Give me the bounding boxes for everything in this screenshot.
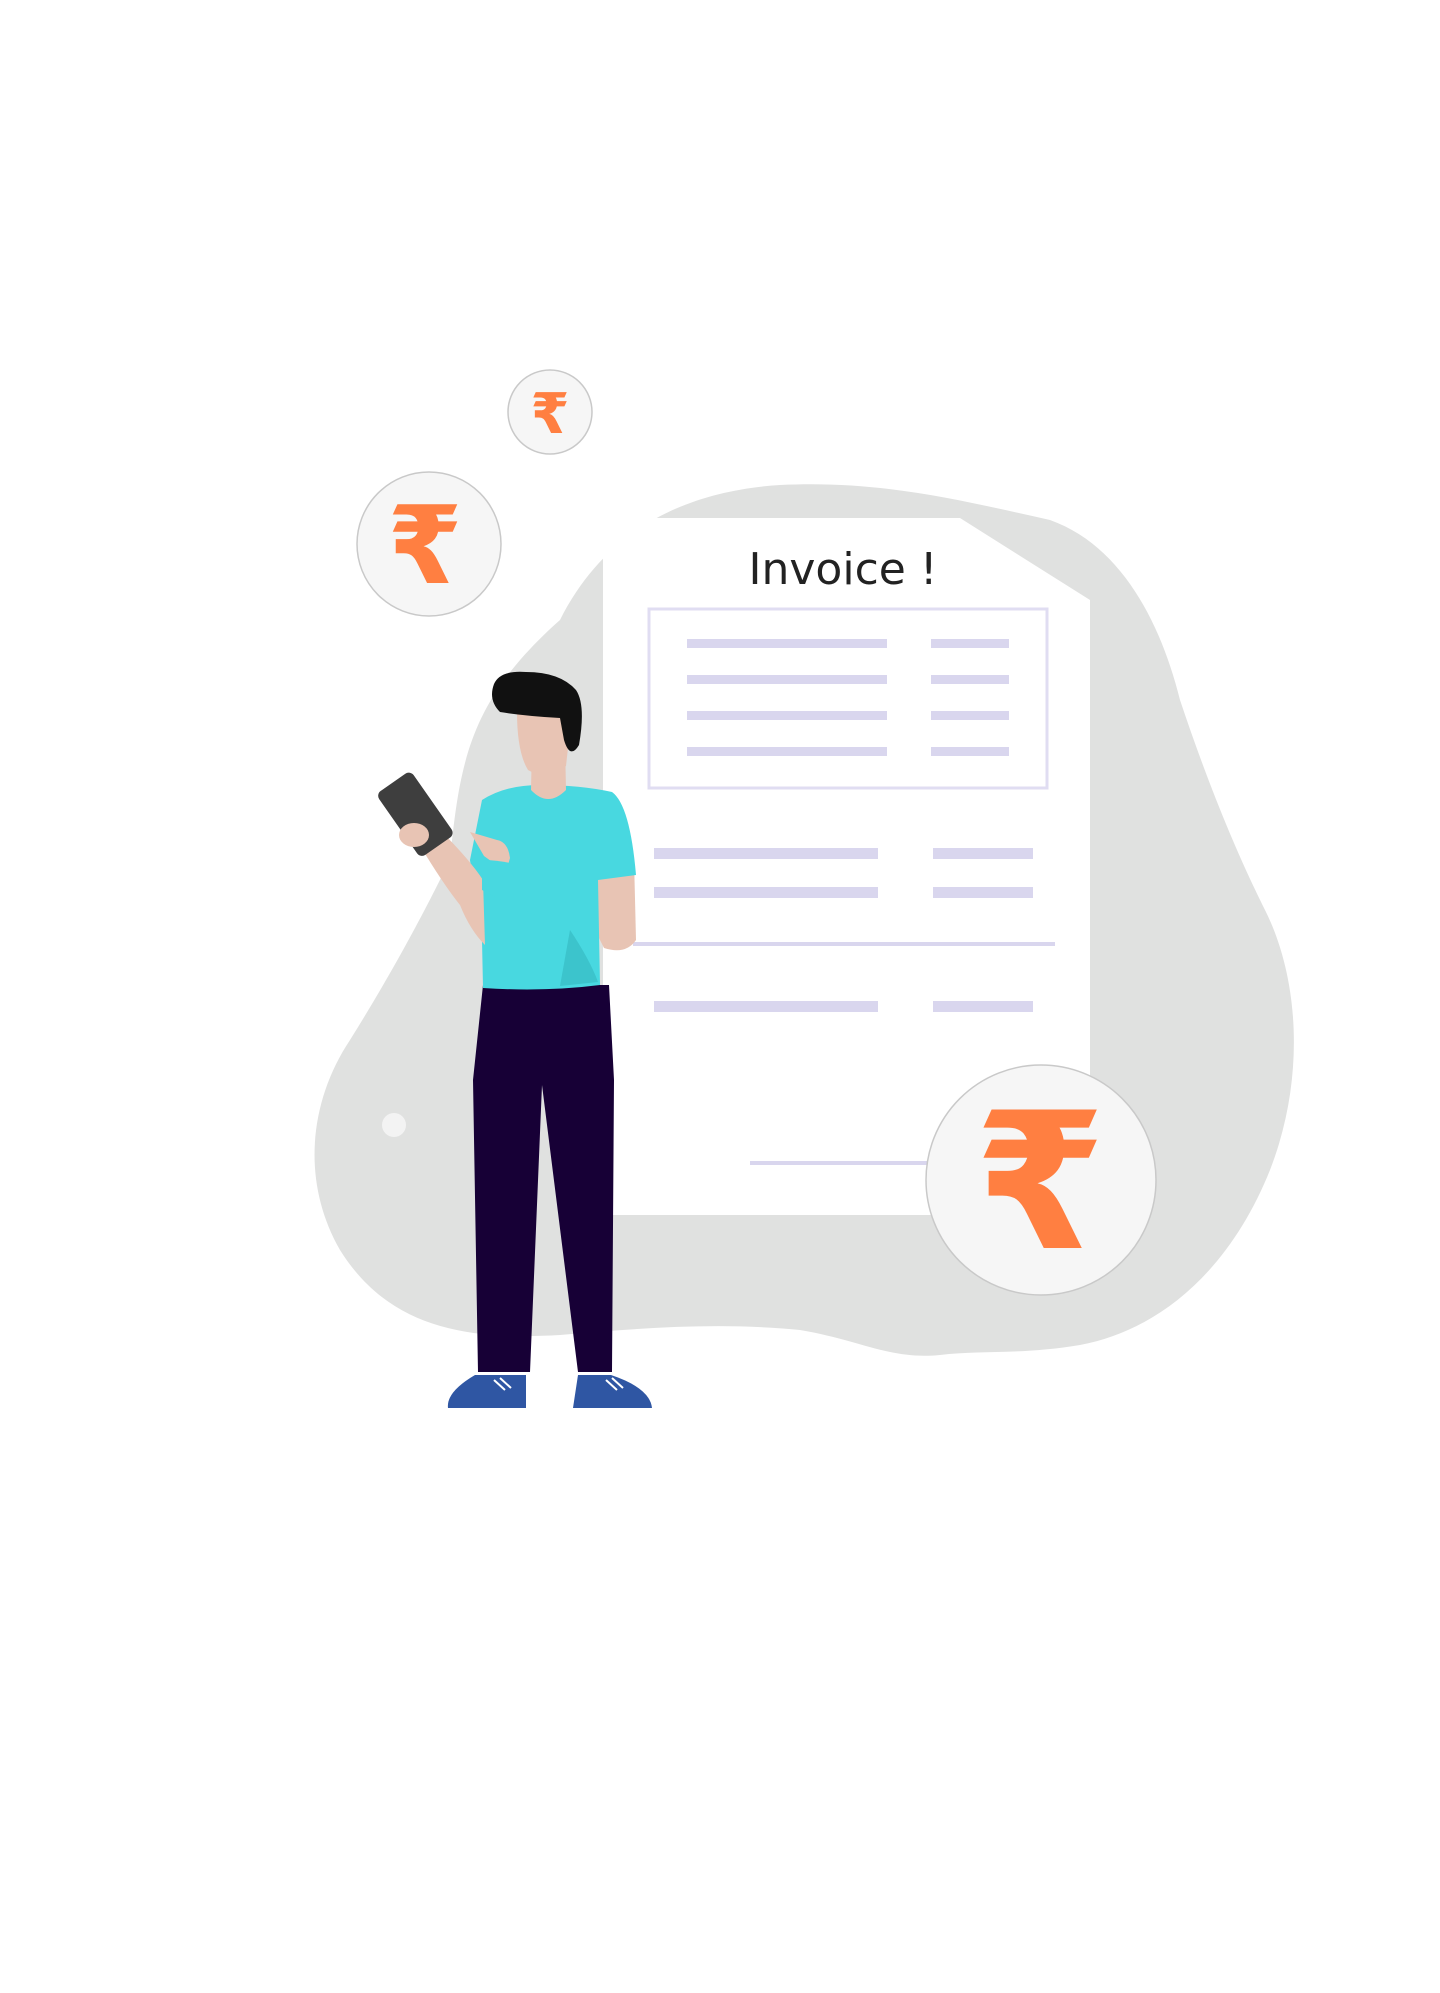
detail-line bbox=[931, 639, 1009, 648]
invoice-title: Invoice ! bbox=[749, 544, 938, 595]
detail-line bbox=[687, 711, 887, 720]
illustration-canvas: Invoice ! ₹ ₹ ₹ bbox=[314, 369, 1294, 1408]
rupee-icon: ₹ bbox=[531, 382, 570, 447]
rupee-icon: ₹ bbox=[387, 484, 462, 609]
rupee-icon: ₹ bbox=[974, 1072, 1106, 1293]
item-line bbox=[654, 848, 878, 859]
detail-line bbox=[687, 639, 887, 648]
right-shoe bbox=[573, 1375, 652, 1408]
left-shoe bbox=[447, 1375, 526, 1408]
decorative-dot bbox=[382, 1113, 406, 1137]
medium-coin: ₹ bbox=[356, 471, 502, 617]
item-line bbox=[933, 848, 1033, 859]
detail-line bbox=[931, 675, 1009, 684]
small-coin: ₹ bbox=[507, 369, 593, 455]
invoice-divider bbox=[633, 942, 1055, 946]
total-line bbox=[933, 1001, 1033, 1012]
detail-line bbox=[687, 675, 887, 684]
large-coin: ₹ bbox=[925, 1064, 1157, 1296]
item-line bbox=[654, 887, 878, 898]
total-line bbox=[654, 1001, 878, 1012]
detail-line bbox=[687, 747, 887, 756]
detail-line bbox=[931, 747, 1009, 756]
signature-line bbox=[750, 1161, 935, 1165]
invoice-illustration: Invoice ! ₹ ₹ ₹ bbox=[0, 0, 1440, 1988]
detail-line bbox=[931, 711, 1009, 720]
holding-hand bbox=[399, 823, 429, 847]
item-line bbox=[933, 887, 1033, 898]
